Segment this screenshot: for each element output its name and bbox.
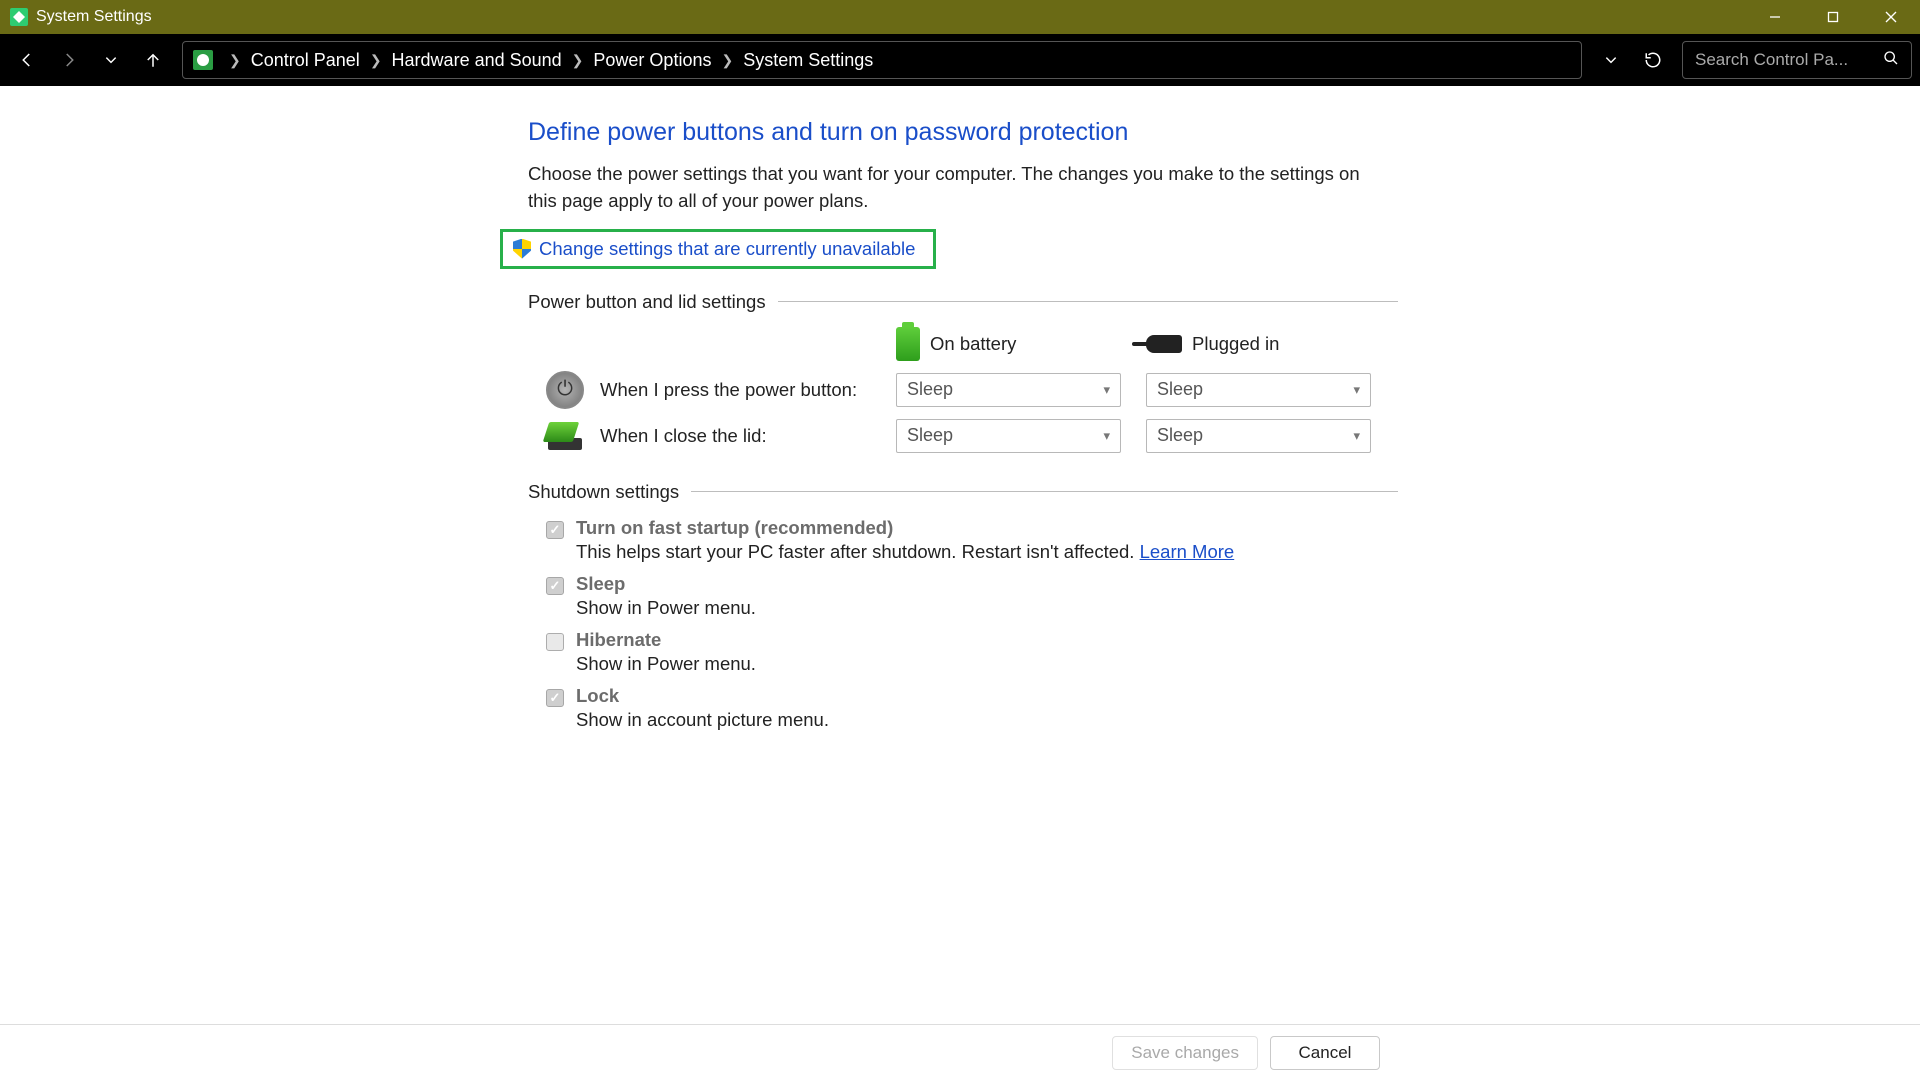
checkbox[interactable] bbox=[546, 633, 564, 651]
section-label: Shutdown settings bbox=[528, 481, 679, 503]
lid-on-battery-select[interactable]: Sleep ▾ bbox=[896, 419, 1121, 453]
chevron-right-icon: ❯ bbox=[572, 52, 584, 69]
back-button[interactable] bbox=[8, 41, 46, 79]
address-history-button[interactable] bbox=[1592, 41, 1630, 79]
section-label: Power button and lid settings bbox=[528, 291, 766, 313]
checkbox-title: Hibernate bbox=[576, 629, 756, 651]
checkbox-subtitle: This helps start your PC faster after sh… bbox=[576, 541, 1234, 563]
search-input[interactable]: Search Control Pa... bbox=[1682, 41, 1912, 79]
save-changes-button[interactable]: Save changes bbox=[1112, 1036, 1258, 1070]
maximize-button[interactable] bbox=[1804, 0, 1862, 34]
search-placeholder: Search Control Pa... bbox=[1695, 50, 1848, 70]
column-plugged-in: Plugged in bbox=[1146, 333, 1279, 355]
forward-button[interactable] bbox=[50, 41, 88, 79]
select-value: Sleep bbox=[1157, 379, 1203, 400]
checkbox-lock: Lock Show in account picture menu. bbox=[546, 685, 1398, 731]
checkbox-sleep: Sleep Show in Power menu. bbox=[546, 573, 1398, 619]
divider bbox=[778, 301, 1398, 302]
page-description: Choose the power settings that you want … bbox=[528, 161, 1383, 215]
breadcrumb-item[interactable]: Power Options bbox=[593, 50, 711, 71]
checkbox-title: Turn on fast startup (recommended) bbox=[576, 517, 1234, 539]
section-header-shutdown: Shutdown settings bbox=[528, 481, 1398, 503]
chevron-down-icon: ▾ bbox=[1353, 428, 1360, 444]
control-panel-icon bbox=[193, 50, 213, 70]
checkbox-title: Sleep bbox=[576, 573, 756, 595]
up-button[interactable] bbox=[134, 41, 172, 79]
lid-icon bbox=[546, 422, 584, 450]
column-label: On battery bbox=[930, 333, 1016, 355]
app-icon bbox=[10, 8, 28, 26]
column-on-battery: On battery bbox=[896, 327, 1016, 361]
row-label-text: When I press the power button: bbox=[600, 379, 857, 401]
column-label: Plugged in bbox=[1192, 333, 1279, 355]
select-value: Sleep bbox=[1157, 425, 1203, 446]
power-button-plugged-in-select[interactable]: Sleep ▾ bbox=[1146, 373, 1371, 407]
row-power-button: ⏻ When I press the power button: bbox=[546, 371, 896, 409]
recent-locations-button[interactable] bbox=[92, 41, 130, 79]
divider bbox=[691, 491, 1398, 492]
battery-icon bbox=[896, 327, 920, 361]
page-title: Define power buttons and turn on passwor… bbox=[528, 118, 1398, 147]
section-header-power-lid: Power button and lid settings bbox=[528, 291, 1398, 313]
chevron-down-icon: ▾ bbox=[1353, 382, 1360, 398]
select-value: Sleep bbox=[907, 379, 953, 400]
chevron-right-icon: ❯ bbox=[721, 52, 733, 69]
chevron-down-icon: ▾ bbox=[1103, 428, 1110, 444]
search-icon bbox=[1883, 50, 1899, 70]
checkbox-subtext: This helps start your PC faster after sh… bbox=[576, 541, 1140, 562]
breadcrumb-item[interactable]: Hardware and Sound bbox=[392, 50, 562, 71]
checkbox-subtitle: Show in account picture menu. bbox=[576, 709, 829, 731]
plug-icon bbox=[1146, 335, 1182, 353]
checkbox-hibernate: Hibernate Show in Power menu. bbox=[546, 629, 1398, 675]
change-unavailable-settings-link[interactable]: Change settings that are currently unava… bbox=[539, 238, 915, 260]
checkbox-title: Lock bbox=[576, 685, 829, 707]
uac-link-highlight: Change settings that are currently unava… bbox=[500, 229, 936, 269]
refresh-button[interactable] bbox=[1634, 41, 1672, 79]
row-close-lid: When I close the lid: bbox=[546, 422, 896, 450]
chevron-right-icon: ❯ bbox=[370, 52, 382, 69]
checkbox[interactable] bbox=[546, 689, 564, 707]
lid-plugged-in-select[interactable]: Sleep ▾ bbox=[1146, 419, 1371, 453]
chevron-down-icon: ▾ bbox=[1103, 382, 1110, 398]
content-area: Define power buttons and turn on passwor… bbox=[0, 86, 1920, 1024]
address-bar[interactable]: ❯ Control Panel ❯ Hardware and Sound ❯ P… bbox=[182, 41, 1582, 79]
learn-more-link[interactable]: Learn More bbox=[1140, 541, 1235, 562]
checkbox[interactable] bbox=[546, 577, 564, 595]
breadcrumb-item[interactable]: Control Panel bbox=[251, 50, 360, 71]
chevron-right-icon: ❯ bbox=[229, 52, 241, 69]
select-value: Sleep bbox=[907, 425, 953, 446]
window-title: System Settings bbox=[36, 8, 152, 26]
power-button-on-battery-select[interactable]: Sleep ▾ bbox=[896, 373, 1121, 407]
titlebar: System Settings bbox=[0, 0, 1920, 34]
row-label-text: When I close the lid: bbox=[600, 425, 767, 447]
checkbox[interactable] bbox=[546, 521, 564, 539]
minimize-button[interactable] bbox=[1746, 0, 1804, 34]
breadcrumb-item[interactable]: System Settings bbox=[743, 50, 873, 71]
close-button[interactable] bbox=[1862, 0, 1920, 34]
footer: Save changes Cancel bbox=[0, 1024, 1920, 1080]
checkbox-subtitle: Show in Power menu. bbox=[576, 597, 756, 619]
checkbox-subtitle: Show in Power menu. bbox=[576, 653, 756, 675]
navbar: ❯ Control Panel ❯ Hardware and Sound ❯ P… bbox=[0, 34, 1920, 86]
shield-icon bbox=[513, 239, 531, 259]
power-button-icon: ⏻ bbox=[546, 371, 584, 409]
cancel-button[interactable]: Cancel bbox=[1270, 1036, 1380, 1070]
checkbox-fast-startup: Turn on fast startup (recommended) This … bbox=[546, 517, 1398, 563]
